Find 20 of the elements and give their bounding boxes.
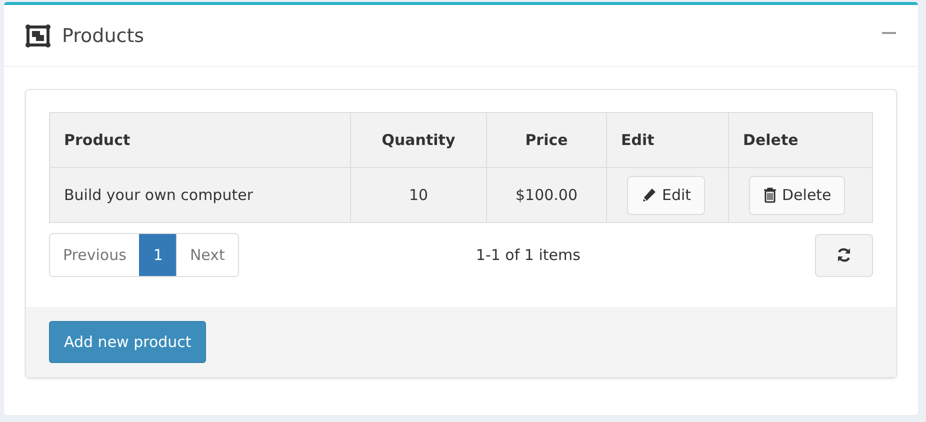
edit-button[interactable]: Edit bbox=[627, 176, 706, 214]
add-product-button[interactable]: Add new product bbox=[49, 321, 206, 363]
panel-title: Products bbox=[62, 24, 144, 46]
refresh-icon bbox=[836, 247, 852, 263]
column-header: Product bbox=[50, 112, 350, 168]
trash-icon bbox=[763, 187, 777, 203]
pencil-icon bbox=[641, 187, 657, 203]
column-header: Price bbox=[486, 112, 606, 168]
page-button[interactable]: Next bbox=[176, 234, 238, 276]
delete-button[interactable]: Delete bbox=[749, 176, 846, 214]
table-cell: 10 bbox=[350, 168, 486, 222]
picture-frame-icon bbox=[25, 24, 51, 48]
column-header: Quantity bbox=[350, 112, 486, 168]
table-cell: Build your own computer bbox=[50, 168, 350, 222]
column-header: Edit bbox=[606, 112, 728, 168]
items-summary: 1-1 of 1 items bbox=[476, 246, 580, 264]
refresh-button[interactable] bbox=[815, 234, 873, 276]
table-cell: $100.00 bbox=[486, 168, 606, 222]
column-header: Delete bbox=[728, 112, 872, 168]
page-button[interactable]: 1 bbox=[139, 234, 176, 276]
